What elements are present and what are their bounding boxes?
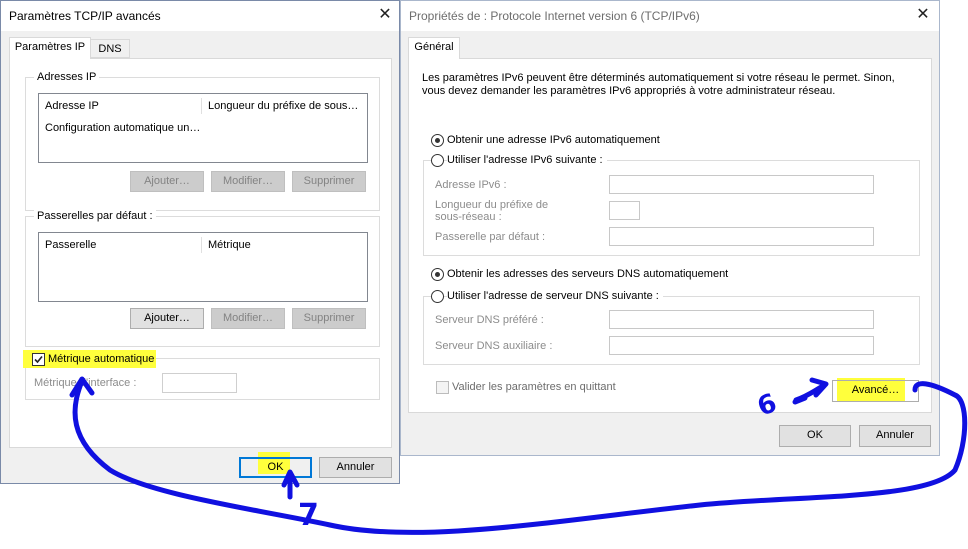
advanced-button[interactable]: Avancé… [832,380,919,402]
ok-button[interactable]: OK [239,457,312,478]
remove-gateway-button[interactable]: Supprimer [292,308,366,329]
tab-panel: Les paramètres IPv6 peuvent être détermi… [408,58,932,413]
tab-dns[interactable]: DNS [90,39,130,58]
close-icon[interactable]: ✕ [374,5,396,25]
column-separator [201,98,202,114]
auto-metric-checkbox[interactable] [32,353,45,366]
prefix-length-label-1: Longueur du préfixe de [435,199,549,211]
list-item[interactable]: Configuration automatique un… [45,122,200,134]
validate-label[interactable]: Valider les paramètres en quittant [452,381,616,393]
auto-dns-radio[interactable] [431,268,444,281]
ip-addresses-group: Adresses IP Adresse IP Longueur du préfi… [25,71,380,211]
description-line-2: vous devez demander les paramètres IPv6 … [422,85,836,97]
dialog-title: Paramètres TCP/IP avancés [9,9,161,23]
gateways-label: Passerelles par défaut : [34,210,156,222]
prefix-length-input[interactable] [609,201,640,220]
manual-dns-label[interactable]: Utiliser l'adresse de serveur DNS suivan… [447,290,663,302]
title-bar: Propriétés de : Protocole Internet versi… [401,1,939,31]
tab-general[interactable]: Général [408,37,460,59]
ok-button[interactable]: OK [779,425,851,447]
title-bar: Paramètres TCP/IP avancés ✕ [1,1,399,31]
default-gateway-input[interactable] [609,227,874,246]
dialog-title: Propriétés de : Protocole Internet versi… [409,9,700,23]
alternate-dns-label: Serveur DNS auxiliaire : [435,340,553,352]
preferred-dns-input[interactable] [609,310,874,329]
preferred-dns-label: Serveur DNS préféré : [435,314,544,326]
auto-dns-label[interactable]: Obtenir les adresses des serveurs DNS au… [447,268,728,280]
manual-dns-radio[interactable] [431,290,444,303]
column-header-gateway[interactable]: Passerelle [45,239,96,251]
auto-metric-label[interactable]: Métrique automatique [48,353,154,365]
ipv6-address-input[interactable] [609,175,874,194]
alternate-dns-input[interactable] [609,336,874,355]
column-header-prefix[interactable]: Longueur du préfixe de sous… [208,100,358,112]
default-gateway-label: Passerelle par défaut : [435,231,546,243]
tab-ip-settings[interactable]: Paramètres IP [9,37,91,59]
gateway-list[interactable]: Passerelle Métrique [38,232,368,302]
column-separator [201,237,202,253]
column-header-metric[interactable]: Métrique [208,239,251,251]
manual-ipv6-radio[interactable] [431,154,444,167]
auto-ipv6-label[interactable]: Obtenir une adresse IPv6 automatiquement [447,134,660,146]
interface-metric-label: Métrique d'interface : [34,377,137,389]
edit-gateway-button[interactable]: Modifier… [211,308,285,329]
validate-checkbox[interactable] [436,381,449,394]
ipv6-address-label: Adresse IPv6 : [435,179,507,191]
remove-ip-button[interactable]: Supprimer [292,171,366,192]
cancel-button[interactable]: Annuler [319,457,392,478]
add-ip-button[interactable]: Ajouter… [130,171,204,192]
checkmark-icon [34,355,43,364]
ipv6-properties-dialog: Propriétés de : Protocole Internet versi… [400,0,940,456]
interface-metric-input[interactable] [162,373,237,393]
ip-addresses-label: Adresses IP [34,71,100,83]
column-header-ip[interactable]: Adresse IP [45,100,99,112]
cancel-button[interactable]: Annuler [859,425,931,447]
gateways-group: Passerelles par défaut : Passerelle Métr… [25,210,380,347]
description-line-1: Les paramètres IPv6 peuvent être détermi… [422,72,895,84]
ip-address-list[interactable]: Adresse IP Longueur du préfixe de sous… … [38,93,368,163]
auto-ipv6-radio[interactable] [431,134,444,147]
advanced-tcpip-dialog: Paramètres TCP/IP avancés ✕ Paramètres I… [0,0,400,484]
prefix-length-label-2: sous-réseau : [435,211,502,223]
edit-ip-button[interactable]: Modifier… [211,171,285,192]
close-icon[interactable]: ✕ [912,5,934,25]
add-gateway-button[interactable]: Ajouter… [130,308,204,329]
manual-ipv6-label[interactable]: Utiliser l'adresse IPv6 suivante : [447,154,607,166]
annotation-step-7: 7 [298,498,319,533]
